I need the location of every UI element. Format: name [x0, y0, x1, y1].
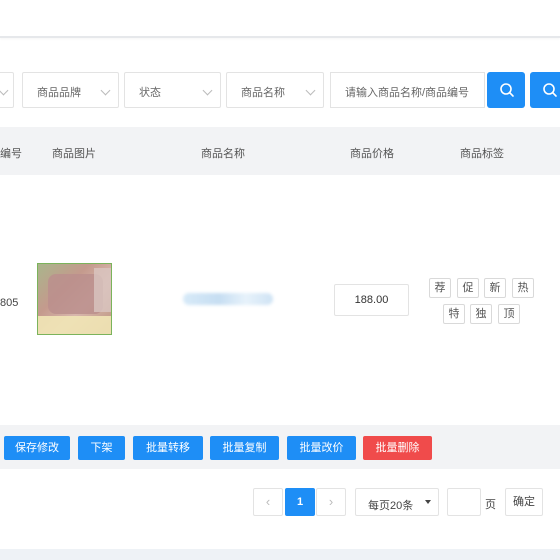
tag-hot[interactable]: 热: [512, 278, 534, 298]
tag-new[interactable]: 新: [484, 278, 506, 298]
status-select-label: 状态: [139, 87, 161, 99]
page-unit-label: 页: [485, 499, 496, 511]
search-field-select-label: 商品名称: [241, 87, 285, 99]
price-input[interactable]: 188.00: [334, 284, 409, 316]
page-jump-input[interactable]: [447, 488, 481, 516]
tag-special[interactable]: 特: [443, 304, 465, 324]
chevron-down-icon: [100, 85, 111, 96]
pagination: ‹ 1 › 每页20条 页 确定: [0, 469, 560, 549]
chevron-down-icon: [305, 85, 316, 96]
top-bar: [0, 0, 560, 38]
tag-exclusive[interactable]: 独: [470, 304, 492, 324]
column-header-id: 编号: [0, 148, 22, 160]
table-header: 编号 商品图片 商品名称 商品价格 商品标签: [0, 127, 560, 175]
product-image[interactable]: [37, 263, 112, 335]
column-header-price: 商品价格: [350, 148, 394, 160]
brand-select-label: 商品品牌: [37, 87, 81, 99]
batch-price-button[interactable]: 批量改价: [287, 436, 356, 460]
advanced-search-button[interactable]: [530, 72, 560, 108]
batch-actions-bar: 保存修改 下架 批量转移 批量复制 批量改价 批量删除: [0, 425, 560, 469]
batch-copy-button[interactable]: 批量复制: [210, 436, 279, 460]
category-select[interactable]: [0, 72, 14, 108]
tag-top[interactable]: 顶: [498, 304, 520, 324]
search-button[interactable]: [487, 72, 525, 108]
product-name-blurred[interactable]: [183, 293, 273, 305]
tag-recommend[interactable]: 荐: [429, 278, 451, 298]
brand-select[interactable]: 商品品牌: [22, 72, 119, 108]
search-icon: [500, 83, 514, 97]
batch-delete-button[interactable]: 批量删除: [363, 436, 432, 460]
page-jump-confirm-button[interactable]: 确定: [505, 488, 543, 516]
column-header-name: 商品名称: [201, 148, 245, 160]
table-row: 805 188.00 荐 促 新 热 特 独 顶: [0, 175, 560, 425]
chevron-down-icon: [0, 85, 9, 96]
status-select[interactable]: 状态: [124, 72, 221, 108]
prev-page-button[interactable]: ‹: [253, 488, 283, 516]
page-size-label: 每页20条: [368, 500, 414, 512]
caret-down-icon: [425, 500, 431, 504]
filter-bar: 商品品牌 状态 商品名称 请输入商品名称/商品编号: [0, 72, 560, 108]
chevron-down-icon: [202, 85, 213, 96]
page-number-button[interactable]: 1: [285, 488, 315, 516]
next-page-button[interactable]: ›: [316, 488, 346, 516]
product-id: 805: [0, 297, 19, 309]
tag-promo[interactable]: 促: [457, 278, 479, 298]
search-field-select[interactable]: 商品名称: [226, 72, 324, 108]
page-size-select[interactable]: 每页20条: [355, 488, 439, 516]
save-changes-button[interactable]: 保存修改: [4, 436, 70, 460]
footer-strip: [0, 549, 560, 560]
column-header-tags: 商品标签: [460, 148, 504, 160]
product-list-page: 商品品牌 状态 商品名称 请输入商品名称/商品编号 编号 商品图片 商品名称 商…: [0, 0, 560, 560]
search-input[interactable]: 请输入商品名称/商品编号: [330, 72, 485, 108]
offshelf-button[interactable]: 下架: [78, 436, 125, 460]
search-icon: [543, 83, 557, 97]
column-header-image: 商品图片: [52, 148, 96, 160]
batch-move-button[interactable]: 批量转移: [133, 436, 203, 460]
